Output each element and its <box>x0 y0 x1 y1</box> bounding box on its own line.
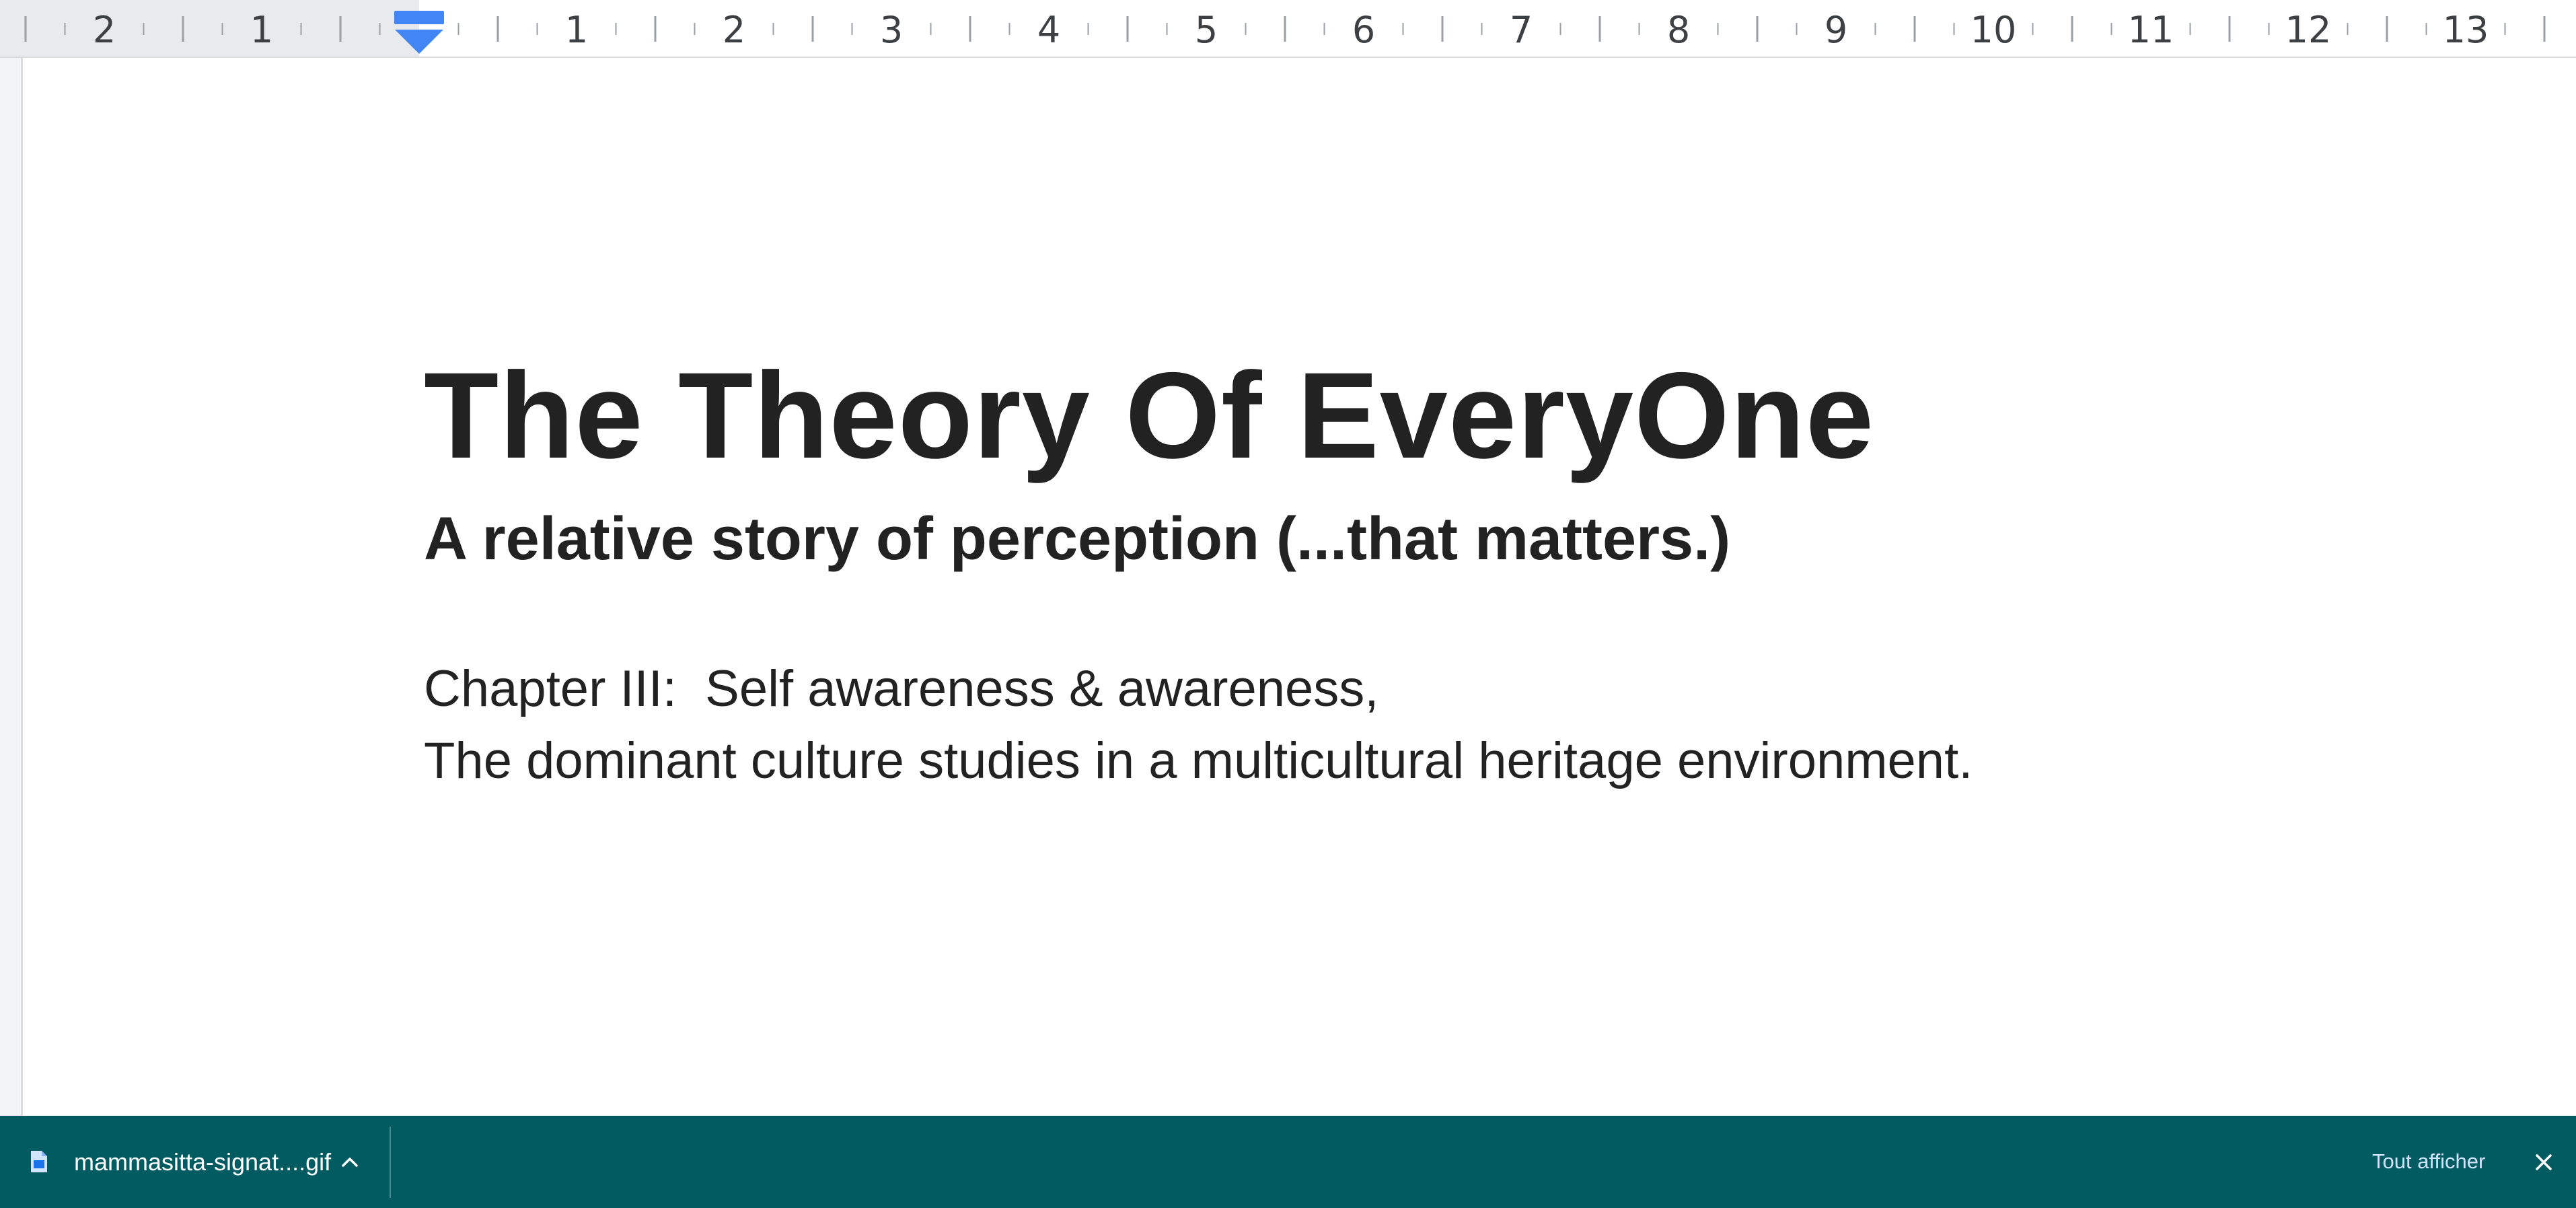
close-icon[interactable] <box>2531 1149 2556 1175</box>
chevron-up-icon[interactable] <box>336 1151 363 1174</box>
ruler-label: 2 <box>723 9 745 51</box>
chapter-heading-line[interactable]: Chapter III: Self awareness & awareness, <box>424 664 1378 715</box>
ruler-label: 11 <box>2128 9 2174 51</box>
ruler-label: 8 <box>1667 9 1690 51</box>
indent-marker-icon[interactable] <box>394 9 445 55</box>
ruler-label: 13 <box>2443 9 2489 51</box>
ruler-label: 1 <box>250 9 273 51</box>
ruler-label: 6 <box>1352 9 1375 51</box>
chapter-description-line[interactable]: The dominant culture studies in a multic… <box>424 736 1973 787</box>
show-all-downloads-link[interactable]: Tout afficher <box>2372 1149 2485 1174</box>
ruler-label: 3 <box>880 9 903 51</box>
download-divider <box>390 1127 391 1198</box>
ruler-label: 9 <box>1825 9 1847 51</box>
document-subtitle[interactable]: A relative story of perception (...that … <box>424 509 1730 569</box>
file-icon <box>31 1151 47 1172</box>
ruler-label: 4 <box>1037 9 1060 51</box>
ruler-scale: 2 1 1 2 3 4 5 6 7 8 9 10 11 12 13 <box>24 9 2546 51</box>
ruler-label: 5 <box>1195 9 1218 51</box>
ruler-label: 12 <box>2285 9 2332 51</box>
horizontal-ruler[interactable]: 2 1 1 2 3 4 5 6 7 8 9 10 11 12 13 <box>0 0 2576 58</box>
download-file-name: mammasitta-signat....gif <box>74 1148 332 1176</box>
docs-window: 2 1 1 2 3 4 5 6 7 8 9 10 11 12 13 The Theory Of EveryO… <box>0 0 2576 1208</box>
ruler-label: 10 <box>1971 9 2017 51</box>
document-page[interactable]: The Theory Of EveryOne A relative story … <box>424 58 2509 1116</box>
ruler-label: 7 <box>1510 9 1533 51</box>
download-bar: mammasitta-signat....gif Tout afficher <box>0 1116 2576 1208</box>
ruler-label: 1 <box>565 9 588 51</box>
document-title[interactable]: The Theory Of EveryOne <box>424 354 1874 476</box>
download-item[interactable]: mammasitta-signat....gif <box>0 1116 390 1208</box>
ruler-label: 2 <box>93 9 116 51</box>
page-left-edge <box>0 58 23 1116</box>
